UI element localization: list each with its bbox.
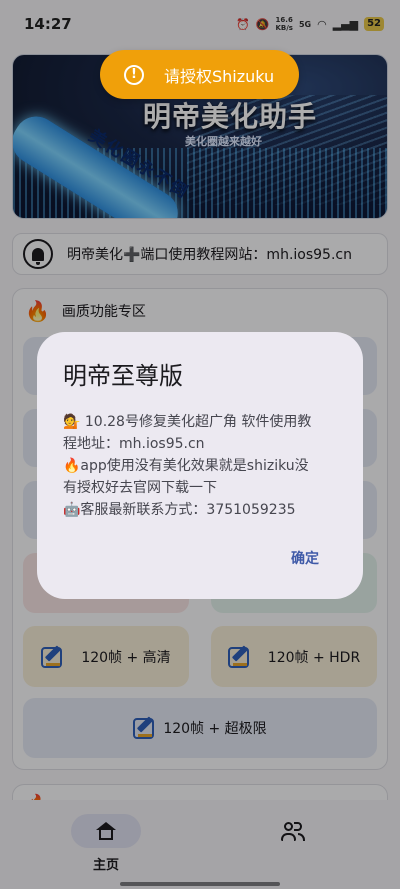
dialog-line: 🔥app使用没有美化效果就是shiziku没: [63, 458, 309, 474]
warning-circle-icon: !: [124, 64, 144, 85]
confirm-button[interactable]: 确定: [291, 548, 319, 568]
dialog-line: 💁 10.28号修复美化超广角 软件使用教: [63, 414, 312, 430]
dialog-line: 有授权好去官网下载一下: [63, 480, 217, 496]
dialog-line: 程地址：mh.ios95.cn: [63, 436, 205, 452]
dialog-title: 明帝至尊版: [63, 362, 183, 390]
toast-text: 请授权Shizuku: [164, 66, 275, 86]
shizuku-toast[interactable]: ! 请授权Shizuku: [100, 50, 299, 99]
dialog-line: 🤖客服最新联系方式：3751059235: [63, 502, 296, 518]
announcement-dialog: 明帝至尊版 💁 10.28号修复美化超广角 软件使用教 程地址：mh.ios95…: [37, 332, 363, 599]
